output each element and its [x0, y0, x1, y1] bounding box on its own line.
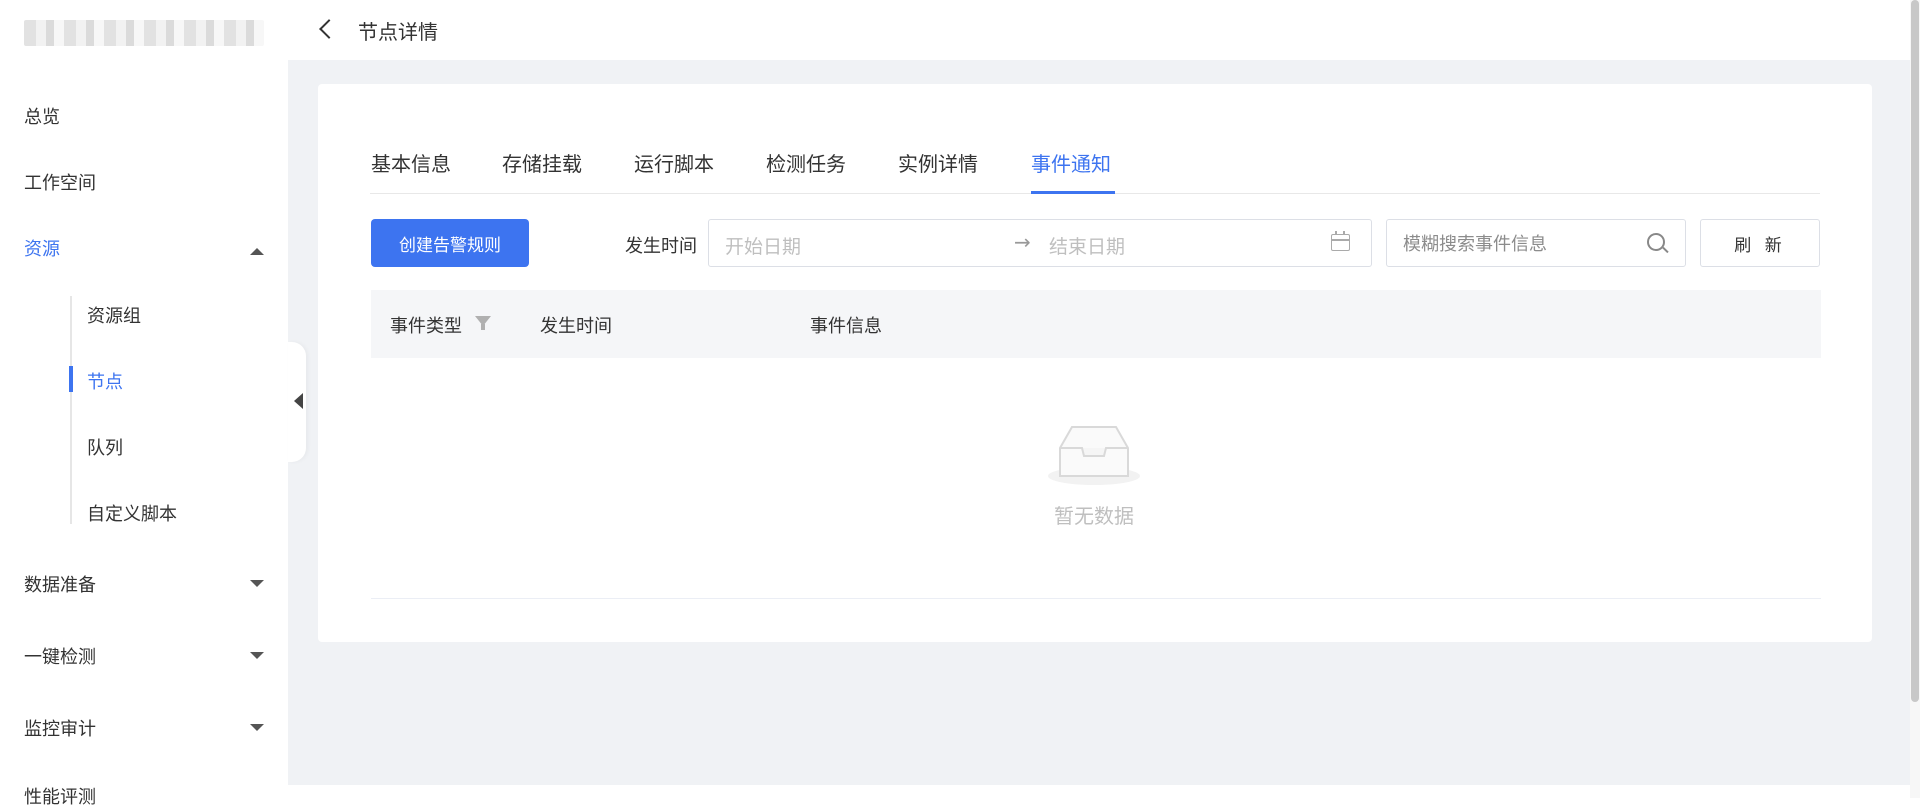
chevron-down-icon[interactable] — [250, 724, 264, 731]
time-filter-label: 发生时间 — [625, 236, 697, 257]
column-event-type: 事件类型 — [390, 316, 462, 337]
filter-icon[interactable] — [475, 316, 491, 330]
sidebar-item-workspace[interactable]: 工作空间 — [24, 170, 96, 194]
search-input[interactable] — [1401, 230, 1645, 258]
refresh-button[interactable]: 刷 新 — [1700, 219, 1820, 267]
sidebar-item-monitor-audit[interactable]: 监控审计 — [24, 716, 96, 740]
sidebar-item-queues[interactable]: 队列 — [87, 434, 123, 460]
empty-state-text: 暂无数据 — [1054, 504, 1134, 528]
tab-detect-tasks[interactable]: 检测任务 — [766, 148, 846, 177]
chevron-down-icon[interactable] — [250, 580, 264, 587]
page-header — [288, 0, 1910, 60]
chevron-up-icon[interactable] — [250, 248, 264, 255]
chevron-down-icon[interactable] — [250, 652, 264, 659]
sidebar-item-resources[interactable]: 资源 — [24, 236, 60, 260]
page-bottom-edge — [288, 785, 1910, 798]
sidebar-item-one-click-detect[interactable]: 一键检测 — [24, 644, 96, 668]
tab-run-script[interactable]: 运行脚本 — [634, 148, 714, 177]
collapse-left-icon[interactable] — [294, 393, 303, 409]
table-header: 事件类型 发生时间 事件信息 — [371, 290, 1821, 358]
sidebar-item-perf-eval[interactable]: 性能评测 — [24, 784, 96, 808]
end-date-input[interactable]: 结束日期 — [1049, 232, 1125, 259]
sidebar-item-nodes[interactable]: 节点 — [87, 368, 123, 394]
column-event-info: 事件信息 — [810, 316, 882, 337]
range-separator: → — [1014, 230, 1031, 254]
tab-storage-mount[interactable]: 存储挂载 — [502, 148, 582, 177]
sidebar: 总览 工作空间 资源 资源组 节点 队列 自定义脚本 数据准备 一键检测 监控审… — [0, 0, 288, 808]
search-box[interactable] — [1386, 219, 1686, 267]
create-alert-rule-button[interactable]: 创建告警规则 — [371, 219, 529, 267]
empty-inbox-icon — [1048, 426, 1140, 485]
column-occurred-time: 发生时间 — [540, 316, 612, 337]
tab-active-indicator — [1031, 191, 1115, 194]
search-icon[interactable] — [1647, 233, 1665, 251]
submenu-active-indicator — [69, 366, 73, 392]
tab-event-notify[interactable]: 事件通知 — [1031, 148, 1111, 177]
submenu-guide-line — [70, 296, 72, 524]
sidebar-item-custom-scripts[interactable]: 自定义脚本 — [87, 500, 177, 526]
calendar-icon[interactable] — [1331, 231, 1350, 251]
sidebar-item-overview[interactable]: 总览 — [24, 104, 60, 128]
scrollbar-thumb[interactable] — [1911, 0, 1919, 702]
logo — [24, 20, 264, 46]
start-date-input[interactable]: 开始日期 — [725, 232, 801, 259]
tab-basic-info[interactable]: 基本信息 — [371, 148, 451, 177]
sidebar-item-resource-group[interactable]: 资源组 — [87, 302, 141, 328]
page-title: 节点详情 — [358, 20, 438, 44]
table-bottom-border — [371, 598, 1821, 599]
date-range-picker[interactable]: 开始日期 → 结束日期 — [708, 219, 1372, 267]
sidebar-item-data-prep[interactable]: 数据准备 — [24, 572, 96, 596]
tab-instance-details[interactable]: 实例详情 — [898, 148, 978, 177]
